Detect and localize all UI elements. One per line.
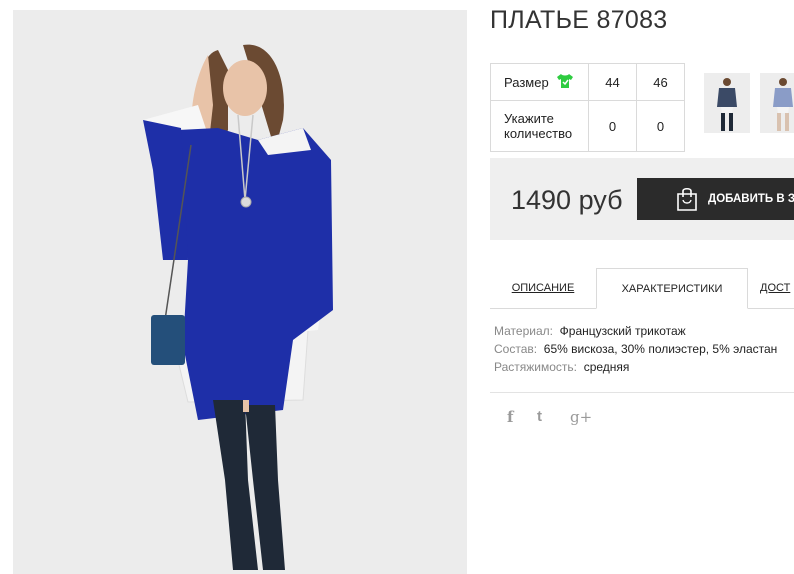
tab-description[interactable]: ОПИСАНИЕ — [490, 268, 596, 308]
product-title: ПЛАТЬЕ 87083 — [490, 6, 668, 34]
purchase-panel: 1490 руб ДОБАВИТЬ В ЗА — [490, 158, 794, 240]
spec-key: Состав: — [494, 342, 538, 356]
quantity-label: Укажите количество — [504, 111, 573, 141]
quantity-row-label-cell: Укажите количество — [490, 100, 589, 152]
product-main-image[interactable] — [13, 10, 467, 574]
quantity-input-46[interactable]: 0 — [636, 100, 685, 152]
spec-value: Французский трикотаж — [559, 324, 686, 338]
product-thumbnail-2[interactable] — [760, 73, 794, 133]
product-info-tabs: ОПИСАНИЕ ХАРАКТЕРИСТИКИ ДОСТ — [490, 268, 794, 309]
shopping-bag-icon — [675, 186, 699, 212]
tab-characteristics-label: ХАРАКТЕРИСТИКИ — [621, 282, 723, 295]
spec-key: Материал: — [494, 324, 553, 338]
spec-stretch: Растяжимость: средняя — [494, 358, 777, 376]
spec-value: 65% вискоза, 30% полиэстер, 5% эластан — [543, 342, 778, 356]
twitter-icon[interactable]: t — [537, 408, 542, 425]
product-price: 1490 руб — [511, 185, 623, 215]
add-to-cart-button[interactable]: ДОБАВИТЬ В ЗА — [637, 178, 794, 220]
size-row-label-cell: Размер — [490, 63, 589, 101]
size-quantity-table: Размер 44 46 Укажите количество 0 0 — [490, 63, 685, 152]
divider — [490, 392, 794, 393]
spec-material: Материал: Французский трикотаж — [494, 322, 777, 340]
tab-delivery[interactable]: ДОСТ — [760, 268, 794, 308]
tab-description-label: ОПИСАНИЕ — [511, 282, 575, 294]
tab-delivery-label: ДОСТ — [760, 282, 791, 294]
facebook-icon[interactable]: f — [507, 408, 513, 426]
google-plus-icon[interactable]: g+ — [570, 408, 592, 426]
spec-key: Растяжимость: — [494, 360, 578, 374]
size-label: Размер — [504, 74, 549, 90]
product-thumbnail-1[interactable] — [704, 73, 750, 133]
add-to-cart-label: ДОБАВИТЬ В ЗА — [708, 193, 794, 205]
characteristics-list: Материал: Французский трикотаж Состав: 6… — [494, 322, 777, 376]
quantity-input-44[interactable]: 0 — [588, 100, 637, 152]
tab-characteristics[interactable]: ХАРАКТЕРИСТИКИ — [596, 268, 748, 309]
size-option-46[interactable]: 46 — [636, 63, 685, 101]
spec-value: средняя — [583, 360, 630, 374]
spec-composition: Состав: 65% вискоза, 30% полиэстер, 5% э… — [494, 340, 777, 358]
tshirt-icon[interactable] — [556, 73, 574, 92]
size-option-44[interactable]: 44 — [588, 63, 637, 101]
